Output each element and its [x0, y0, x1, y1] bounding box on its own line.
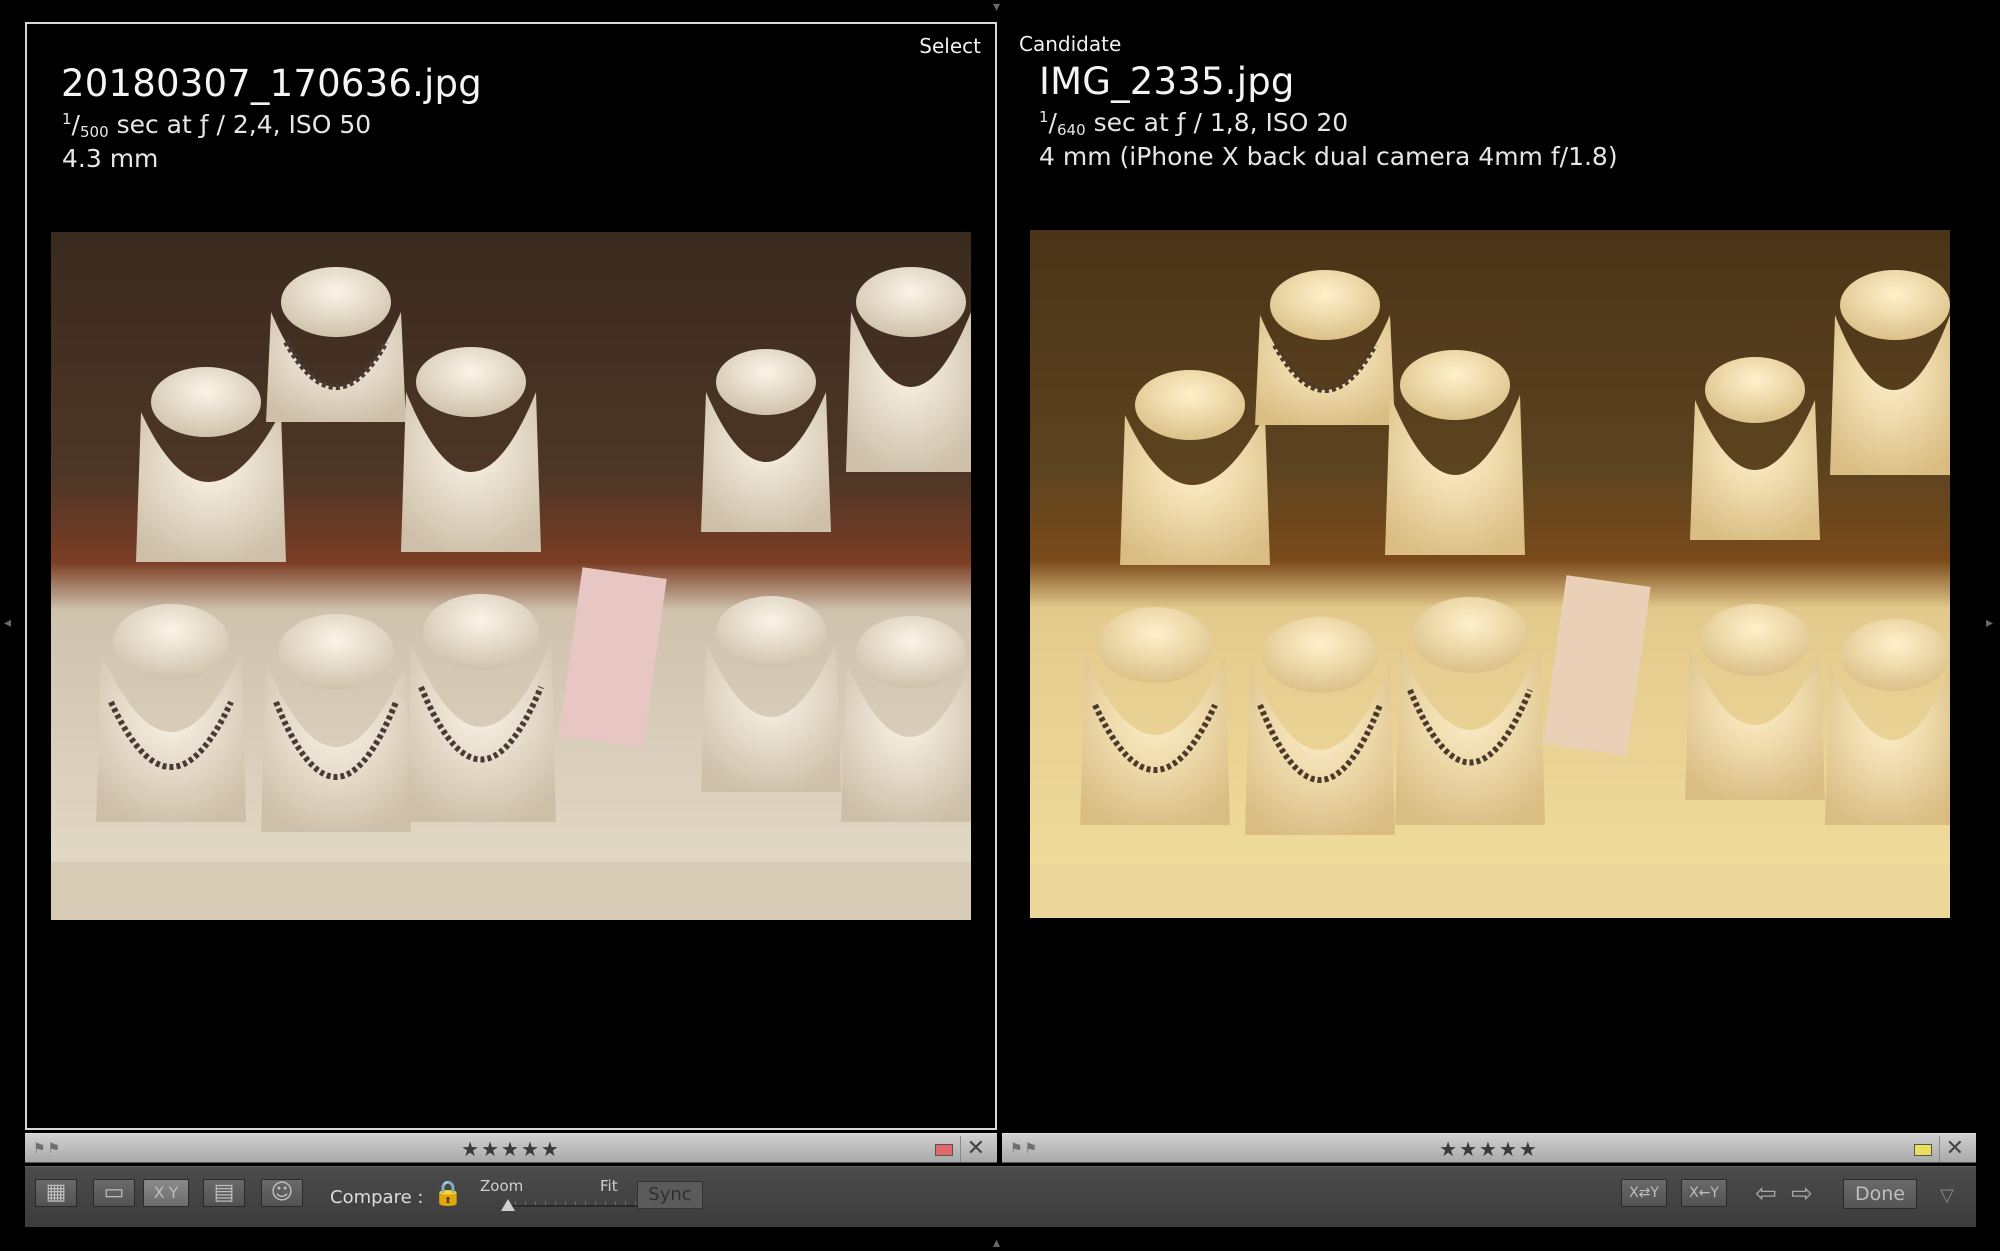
select-close-icon[interactable]: ✕ — [967, 1136, 985, 1161]
compare-label: Compare : — [330, 1187, 424, 1208]
bottom-panel-toggle-icon[interactable]: ▴ — [993, 1236, 1000, 1250]
candidate-close-icon[interactable]: ✕ — [1946, 1136, 1964, 1161]
select-star-rating[interactable]: ★★★★★ — [25, 1137, 997, 1161]
make-select-button[interactable]: X←Y — [1681, 1179, 1727, 1207]
loupe-view-icon[interactable]: ▭ — [93, 1179, 135, 1207]
previous-arrow-icon[interactable]: ⇦ — [1755, 1179, 1777, 1209]
candidate-info-bar: ⚑⚑ ★★★★★ ✕ — [1002, 1133, 1976, 1163]
zoom-slider[interactable] — [505, 1205, 645, 1207]
candidate-photo[interactable] — [1030, 230, 1950, 918]
survey-view-icon[interactable]: ▤ — [203, 1179, 245, 1207]
fit-label: Fit — [600, 1177, 618, 1195]
grid-view-icon[interactable]: ▦ — [35, 1179, 77, 1207]
zoom-label: Zoom — [480, 1177, 524, 1195]
select-filename: 20180307_170636.jpg — [61, 62, 482, 105]
divider — [1939, 1136, 1940, 1162]
done-button[interactable]: Done — [1843, 1179, 1917, 1209]
select-exposure: 1/500 sec at ƒ / 2,4, ISO 50 — [62, 110, 372, 141]
exposure-details: sec at ƒ / 1,8, ISO 20 — [1085, 108, 1349, 137]
sync-button[interactable]: Sync — [637, 1181, 703, 1209]
toolbar-menu-chevron-icon[interactable]: ▽ — [1940, 1185, 1954, 1206]
compare-view-button[interactable]: XY — [143, 1179, 189, 1207]
divider — [960, 1136, 961, 1162]
compare-y: Y — [168, 1183, 179, 1202]
exposure-details: sec at ƒ / 2,4, ISO 50 — [108, 110, 372, 139]
select-focal-length: 4.3 mm — [62, 144, 159, 173]
shutter-numerator: 1 — [62, 110, 72, 128]
shutter-numerator: 1 — [1039, 108, 1049, 126]
select-photo[interactable] — [51, 232, 971, 920]
people-view-icon[interactable]: ☺ — [261, 1179, 303, 1207]
swap-button[interactable]: X⇄Y — [1621, 1179, 1667, 1207]
top-panel-toggle-icon[interactable]: ▾ — [993, 0, 1000, 14]
left-panel-toggle-icon[interactable]: ◂ — [4, 616, 11, 630]
candidate-tag: Candidate — [1019, 32, 1122, 56]
candidate-color-label[interactable] — [1914, 1144, 1932, 1156]
next-arrow-icon[interactable]: ⇨ — [1791, 1179, 1813, 1209]
select-pane[interactable]: Select 20180307_170636.jpg 1/500 sec at … — [25, 22, 997, 1130]
right-panel-toggle-icon[interactable]: ▸ — [1986, 616, 1993, 630]
lock-icon[interactable]: 🔒 — [433, 1179, 463, 1207]
candidate-pane[interactable]: Candidate IMG_2335.jpg 1/640 sec at ƒ / … — [1002, 22, 1976, 1130]
candidate-exposure: 1/640 sec at ƒ / 1,8, ISO 20 — [1039, 108, 1349, 139]
bottom-toolbar: ▦ ▭ XY ▤ ☺ Compare : 🔒 Zoom Fit Sync X⇄Y… — [25, 1166, 1976, 1227]
zoom-slider-thumb[interactable] — [501, 1199, 515, 1211]
candidate-filename: IMG_2335.jpg — [1039, 60, 1295, 103]
select-color-label[interactable] — [935, 1144, 953, 1156]
shutter-denominator: 500 — [79, 123, 109, 141]
select-info-bar: ⚑⚑ ★★★★★ ✕ — [25, 1133, 997, 1163]
compare-x: X — [153, 1183, 165, 1202]
candidate-star-rating[interactable]: ★★★★★ — [1002, 1137, 1976, 1161]
select-tag: Select — [919, 34, 981, 58]
candidate-focal-length: 4 mm (iPhone X back dual camera 4mm f/1.… — [1039, 142, 1618, 171]
shutter-denominator: 640 — [1056, 121, 1086, 139]
